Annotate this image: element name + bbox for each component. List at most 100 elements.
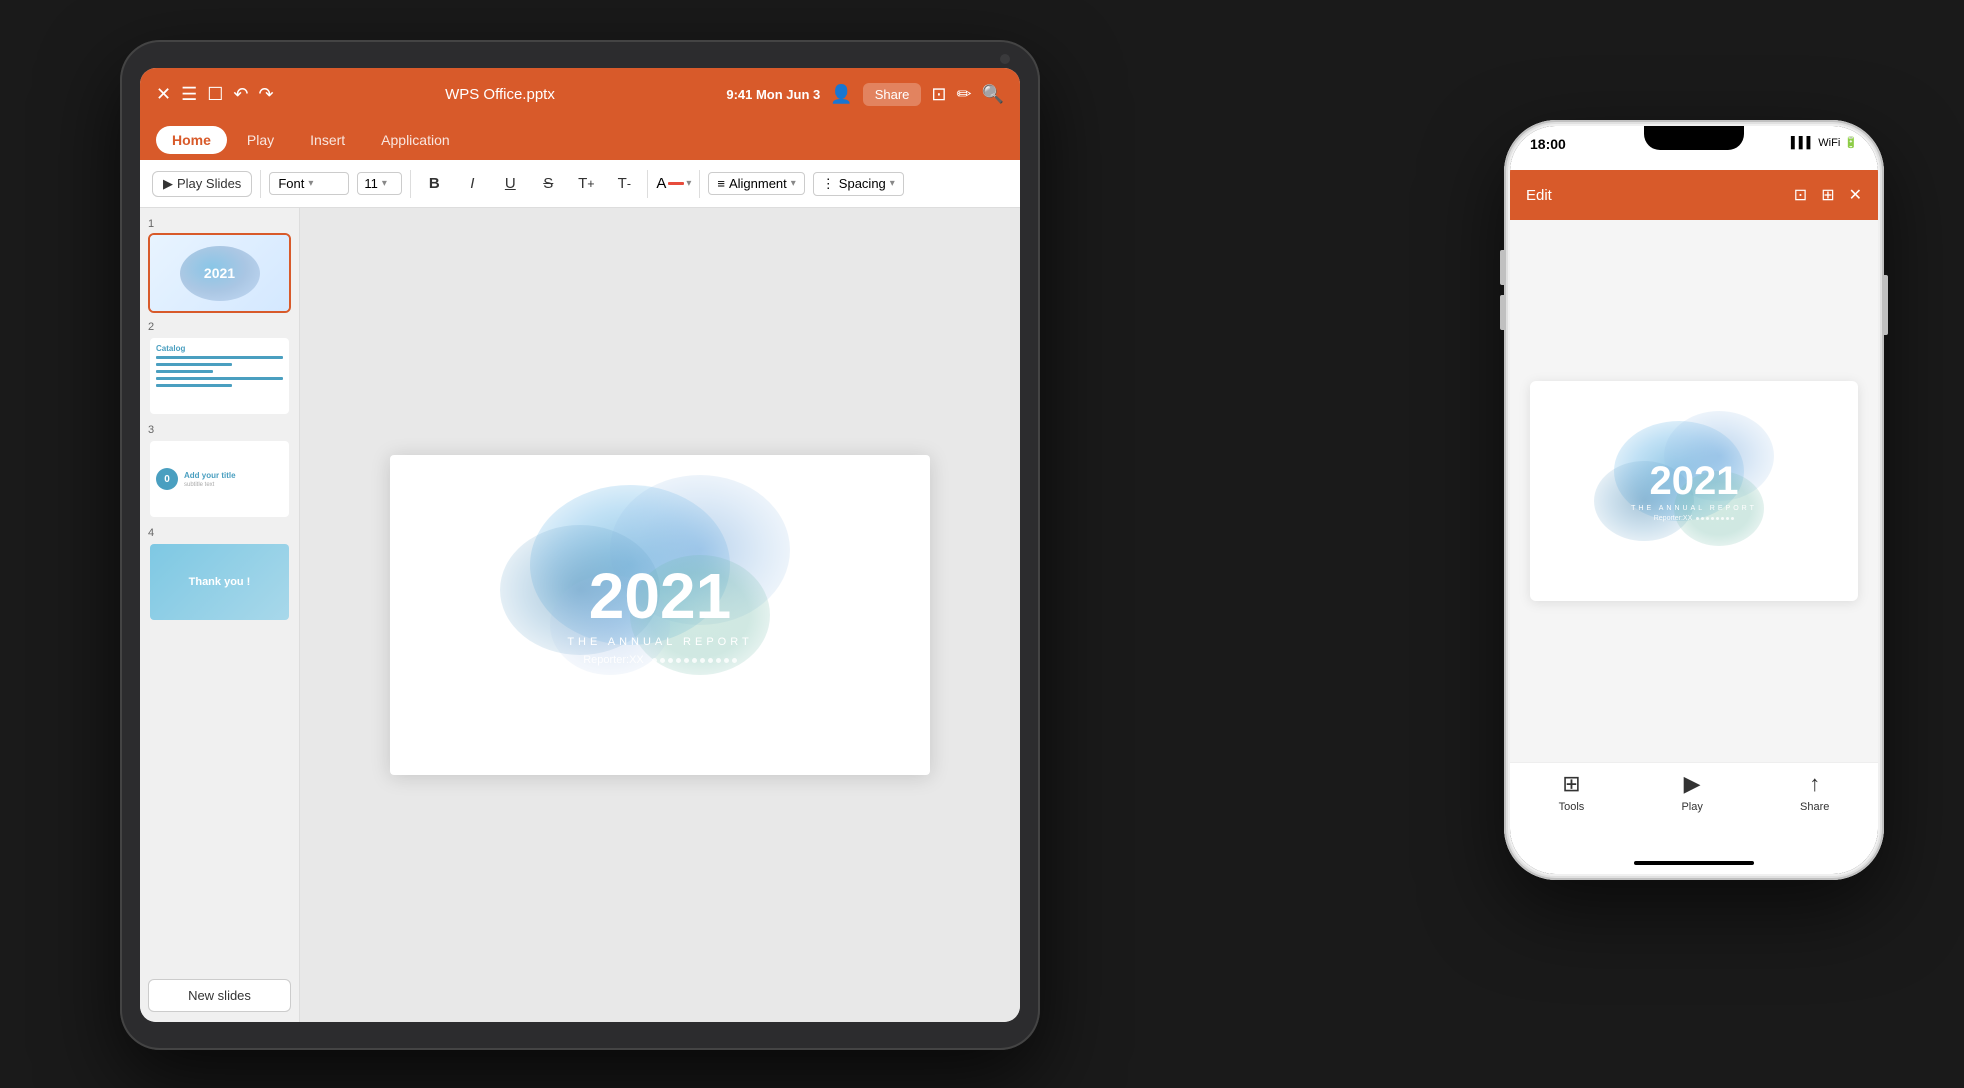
italic-button[interactable]: I: [457, 169, 487, 199]
slide-image-2: Catalog: [148, 336, 291, 416]
phone-tools-button[interactable]: ⊞ Tools: [1559, 771, 1585, 813]
phone-slide-area: 2021 THE ANNUAL REPORT Reporter:XX: [1510, 220, 1878, 762]
tablet-toolbar: ▶ Play Slides Font ▾ 11 ▾ B I U S T+ T-: [140, 160, 1020, 208]
slide4-text: Thank you !: [189, 576, 251, 588]
phone-screen: 18:00 ▌▌▌ WiFi 🔋 Edit ⊡ ⊞ ✕: [1510, 126, 1878, 874]
avatar-icon[interactable]: 👤: [830, 84, 852, 105]
phone-close-icon[interactable]: ✕: [1849, 185, 1862, 205]
home-bar[interactable]: [1634, 861, 1754, 865]
edit-icon[interactable]: ☐: [207, 84, 223, 105]
tablet-camera: [1000, 54, 1010, 64]
phone-slide-content: 2021 THE ANNUAL REPORT Reporter:XX: [1631, 461, 1757, 522]
phone-slide-year: 2021: [1631, 461, 1757, 501]
font-color-selector[interactable]: A ▾: [656, 175, 691, 192]
slide2-line4: [156, 377, 283, 380]
pen-icon[interactable]: ✏: [956, 84, 971, 105]
separator-4: [699, 170, 700, 198]
redo-icon[interactable]: ↷: [258, 84, 273, 105]
underline-button[interactable]: U: [495, 169, 525, 199]
signal-icon: ▌▌▌: [1791, 137, 1814, 149]
tablet-topbar: ✕ ☰ ☐ ↶ ↷ WPS Office.pptx 9:41 Mon Jun 3…: [140, 68, 1020, 120]
slide2-line5: [156, 384, 232, 387]
phone-share-button[interactable]: ↑ Share: [1800, 771, 1829, 813]
font-selector[interactable]: Font ▾: [269, 172, 349, 195]
superscript-button[interactable]: T+: [571, 169, 601, 199]
subscript-button[interactable]: T-: [609, 169, 639, 199]
slide-image-3: 0 Add your title subtitle text: [148, 439, 291, 519]
slide-thumbnail-4[interactable]: 4 Thank you !: [148, 527, 291, 622]
slide2-line3: [156, 370, 213, 373]
tablet: ✕ ☰ ☐ ↶ ↷ WPS Office.pptx 9:41 Mon Jun 3…: [120, 40, 1040, 1050]
bold-button[interactable]: B: [419, 169, 449, 199]
play-label: Play: [1681, 801, 1702, 813]
battery-icon: 🔋: [1844, 136, 1858, 149]
spacing-button[interactable]: ⋮ Spacing ▾: [813, 172, 904, 196]
phone-dots: [1696, 517, 1734, 520]
close-icon[interactable]: ✕: [156, 84, 171, 105]
alignment-button[interactable]: ≡ Alignment ▾: [708, 172, 804, 195]
phone-volume-up: [1500, 250, 1504, 285]
tools-label: Tools: [1559, 801, 1585, 813]
slide-dots: [652, 658, 737, 663]
main-slide-subtitle: THE ANNUAL REPORT: [567, 636, 752, 648]
font-size-selector[interactable]: 11 ▾: [357, 172, 402, 195]
chevron-down-icon: ▾: [791, 178, 796, 189]
phone-slide-subtitle: THE ANNUAL REPORT: [1631, 505, 1757, 512]
phone-slide-reporter: Reporter:XX: [1631, 515, 1757, 522]
slide-thumbnail-2[interactable]: 2 Catalog: [148, 321, 291, 416]
tab-insert[interactable]: Insert: [294, 126, 361, 154]
phone-home-indicator: [1510, 852, 1878, 874]
phone-status-icons: ▌▌▌ WiFi 🔋: [1791, 136, 1858, 149]
menu-icon[interactable]: ☰: [181, 84, 197, 105]
spacing-icon: ⋮: [822, 176, 835, 192]
slide-number-4: 4: [148, 527, 291, 539]
share-icon: ↑: [1809, 771, 1820, 797]
phone-header: Edit ⊡ ⊞ ✕: [1510, 170, 1878, 220]
phone-header-icons: ⊡ ⊞ ✕: [1794, 185, 1862, 205]
separator-1: [260, 170, 261, 198]
slides-view-icon[interactable]: ⊡: [931, 84, 946, 105]
tools-icon: ⊞: [1562, 771, 1580, 797]
phone-layout-icon[interactable]: ⊞: [1821, 185, 1834, 205]
tablet-navbar: Home Play Insert Application: [140, 120, 1020, 160]
share-button[interactable]: Share: [863, 83, 922, 106]
slide1-year: 2021: [204, 265, 235, 281]
wifi-icon: WiFi: [1818, 137, 1840, 149]
new-slides-button[interactable]: New slides: [148, 979, 291, 1012]
separator-3: [647, 170, 648, 198]
main-slide-content: 2021 THE ANNUAL REPORT Reporter:XX: [567, 564, 752, 666]
slide3-subtitle: subtitle text: [184, 482, 236, 488]
slide-panel: 1 2021 2: [140, 208, 300, 1022]
tab-home[interactable]: Home: [156, 126, 227, 154]
phone-status-bar: 18:00 ▌▌▌ WiFi 🔋: [1510, 126, 1878, 170]
slide-image-1: 2021: [148, 233, 291, 313]
undo-icon[interactable]: ↶: [233, 84, 248, 105]
tablet-screen: ✕ ☰ ☐ ↶ ↷ WPS Office.pptx 9:41 Mon Jun 3…: [140, 68, 1020, 1022]
phone-play-button[interactable]: ▶ Play: [1681, 771, 1702, 813]
main-slide-reporter: Reporter:XX: [567, 654, 752, 666]
slide1-watercolor: 2021: [180, 246, 260, 301]
tab-play[interactable]: Play: [231, 126, 290, 154]
play-icon: ▶: [1684, 771, 1701, 797]
phone-save-icon[interactable]: ⊡: [1794, 185, 1807, 205]
slide-number-1: 1: [148, 218, 291, 230]
slide2-line1: [156, 356, 283, 359]
phone-edit-label[interactable]: Edit: [1526, 187, 1552, 204]
phone-time: 18:00: [1530, 136, 1566, 152]
phone-main-slide: 2021 THE ANNUAL REPORT Reporter:XX: [1530, 381, 1858, 601]
search-icon[interactable]: 🔍: [982, 84, 1004, 105]
topbar-left: ✕ ☰ ☐ ↶ ↷: [156, 84, 274, 105]
align-icon: ≡: [717, 176, 725, 191]
tablet-content: 1 2021 2: [140, 208, 1020, 1022]
slide2-line2: [156, 363, 232, 366]
slide-area: 2021 THE ANNUAL REPORT Reporter:XX: [300, 208, 1020, 1022]
phone-volume-down: [1500, 295, 1504, 330]
slide-thumbnail-3[interactable]: 3 0 Add your title subtitle text: [148, 424, 291, 519]
tab-application[interactable]: Application: [365, 126, 466, 154]
slide3-circle: 0: [156, 468, 178, 490]
play-slides-button[interactable]: ▶ Play Slides: [152, 171, 252, 197]
slide-thumbnail-1[interactable]: 1 2021: [148, 218, 291, 313]
chevron-down-icon: ▾: [686, 178, 691, 189]
strikethrough-button[interactable]: S: [533, 169, 563, 199]
main-slide: 2021 THE ANNUAL REPORT Reporter:XX: [390, 455, 930, 775]
